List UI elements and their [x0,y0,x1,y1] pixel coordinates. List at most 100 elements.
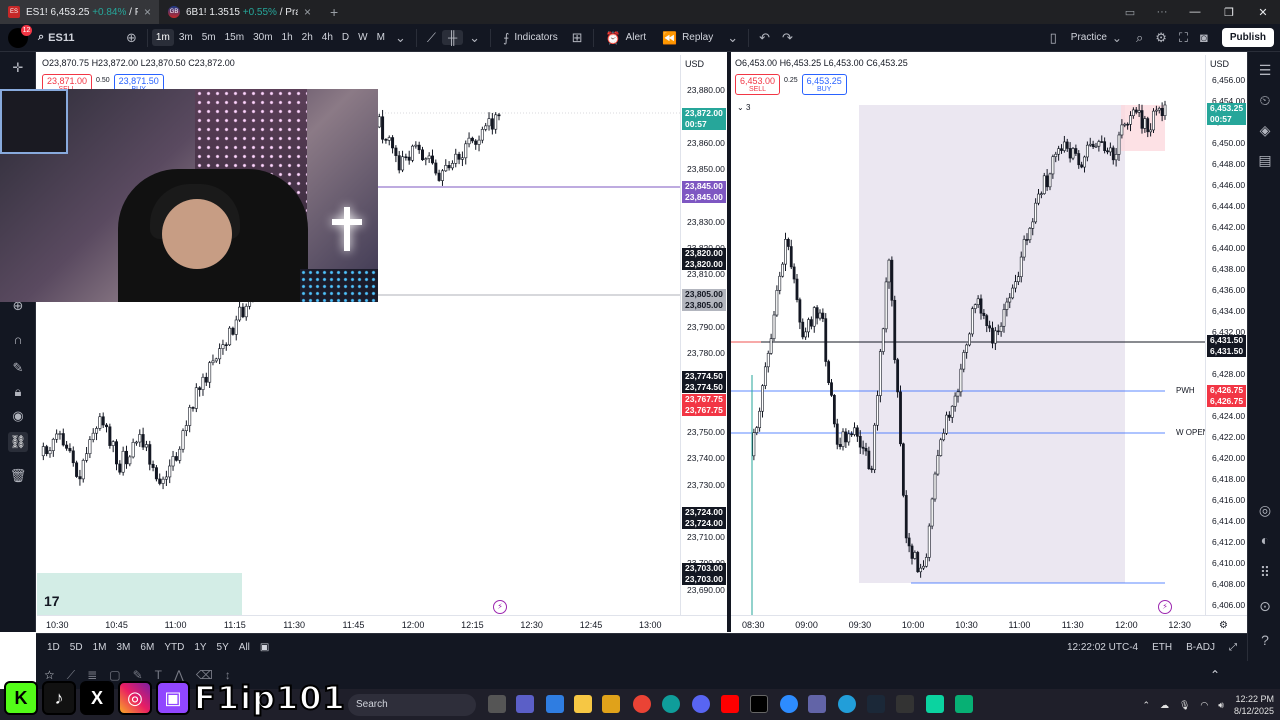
layout-grid-icon[interactable]: ⊞ [566,30,589,46]
timeframe-3m[interactable]: 3m [175,29,197,46]
right-price-axis[interactable]: USD 6,456.006,454.006,452.006,450.006,44… [1205,55,1247,615]
sell-button[interactable]: 6,453.00 SELL [735,74,781,95]
grid-dots-icon[interactable]: ⠿ [1255,562,1275,582]
copilot-icon[interactable] [546,695,564,713]
task-view-icon[interactable] [488,695,506,713]
link-icon[interactable]: ⛓ [8,432,28,452]
date-range-icon[interactable]: ▣ [255,642,274,653]
chrome-icon[interactable] [633,695,651,713]
timeframe-30m[interactable]: 30m [249,29,276,46]
chevron-down-icon[interactable]: ⌄ [721,30,744,46]
buy-button[interactable]: 6,453.25 BUY [801,74,847,95]
candles-icon[interactable]: ╫ [441,30,464,45]
range-5d[interactable]: 5D [65,642,88,653]
app-green-icon[interactable] [955,695,973,713]
range-3m[interactable]: 3M [112,642,136,653]
taskbar-search[interactable]: Search [348,694,476,716]
timeframe-1m[interactable]: 1m [151,29,174,46]
watchlist-icon[interactable]: ☰ [1255,60,1275,80]
discord-icon[interactable] [692,695,710,713]
signal-icon[interactable]: ⊙ [1255,596,1275,616]
right-candle-chart[interactable]: PWH W OPEN [731,55,1205,615]
range-1m[interactable]: 1M [88,642,112,653]
chevron-up-icon[interactable]: ⌃ [1142,700,1150,711]
timeframe-2h[interactable]: 2h [298,29,317,46]
adjust-toggle[interactable]: B-ADJ [1186,642,1215,653]
redo-icon[interactable]: ↷ [776,30,799,46]
terminal-icon[interactable] [896,695,914,713]
help-icon[interactable]: ? [1255,630,1275,650]
timeframe-4h[interactable]: 4h [318,29,337,46]
file-explorer-icon[interactable] [574,695,592,713]
publish-button[interactable]: Publish [1221,28,1274,47]
alerts-clock-icon[interactable]: ⏲ [1255,90,1275,110]
eye-icon[interactable]: ◉ [8,406,28,426]
replay-button[interactable]: ⏪ Replay [654,31,721,45]
session-toggle[interactable]: ETH [1152,642,1172,653]
range-1y[interactable]: 1Y [189,642,211,653]
chevron-up-icon[interactable]: ⌃ [1210,668,1220,682]
line-chart-icon[interactable]: ⟋ [421,30,442,46]
browser-tab-es1[interactable]: ES ES1! 6,453.25 +0.84% / Pra × [0,0,160,24]
settings-gear-icon[interactable]: ⚙ [1149,30,1173,46]
edge-icon[interactable] [662,695,680,713]
restore-icon[interactable]: ❐ [1212,6,1246,19]
zoom-app-icon[interactable] [780,695,798,713]
range-5y[interactable]: 5Y [212,642,234,653]
mic-icon[interactable]: 🎙︎ [1179,700,1190,711]
axis-settings-icon[interactable]: ⚙ [1219,620,1228,631]
alert-button[interactable]: ⏰ Alert [598,31,655,45]
right-time-axis[interactable]: ⚙ 08:30 09:00 09:30 10:00 10:30 11:00 11:30 12:… [731,615,1247,633]
left-time-axis[interactable]: 10:30 10:45 11:00 11:15 11:30 11:45 12:00 12:15… [37,615,727,633]
collapsed-indicators[interactable]: ⌄ 3 [737,103,750,112]
camera-icon[interactable]: ◙ [1194,30,1214,45]
timeframe-15m[interactable]: 15m [221,29,248,46]
new-tab-icon[interactable]: + [320,4,348,20]
chevron-down-icon[interactable]: ⌄ [463,30,486,46]
ideas-icon[interactable]: ◐ [1255,530,1275,550]
wifi-icon[interactable]: ◠ [1200,700,1208,711]
teams-icon[interactable] [516,695,534,713]
left-price-axis[interactable]: USD 23,880.0023,870.0023,860.0023,850.00… [680,55,727,615]
magnet-icon[interactable]: ∩ [8,330,28,350]
timeframe-5m[interactable]: 5m [198,29,220,46]
chevron-down-icon[interactable]: ⌄ [389,30,412,46]
avatar[interactable]: 12 [8,24,32,48]
store-icon[interactable] [602,695,620,713]
timeframe-M[interactable]: M [373,29,389,46]
taskbar-clock[interactable]: 12:22 PM 8/12/2025 [1234,693,1274,717]
currency-label[interactable]: USD [1210,59,1229,69]
range-ytd[interactable]: YTD [159,642,189,653]
indicators-button[interactable]: ⨍ Indicators [495,31,566,45]
compare-add-icon[interactable]: ⊕ [120,30,143,46]
panel-layout-icon[interactable]: ▯ [1044,30,1063,46]
minimize-icon[interactable]: — [1178,6,1212,18]
tradingview-app-icon[interactable] [750,695,768,713]
steam-icon[interactable] [867,695,885,713]
timeframe-1h[interactable]: 1h [278,29,297,46]
practice-account-button[interactable]: Practice ⌄ [1063,31,1130,45]
maximize-icon[interactable]: ⤢ [1229,642,1237,653]
notes-icon[interactable] [926,695,944,713]
telegram-icon[interactable] [838,695,856,713]
utc-clock[interactable]: 12:22:02 UTC-4 [1067,642,1138,653]
target-icon[interactable]: ◎ [1255,500,1275,520]
trash-icon[interactable]: 🗑︎ [8,466,28,486]
close-tab-icon[interactable]: × [304,5,311,19]
browser-tab-6b1[interactable]: GB 6B1! 1.3515 +0.55% / Prac × [160,0,320,24]
right-chart-pane[interactable]: PWH W OPEN O6,453.00 H6,453.25 L6,453.00 … [731,55,1205,615]
currency-label[interactable]: USD [685,59,704,69]
flash-icon[interactable]: ⚡ [1158,600,1172,614]
layers-icon[interactable]: ◈ [1255,120,1275,140]
flash-icon[interactable]: ⚡ [493,600,507,614]
app-icon[interactable] [808,695,826,713]
close-window-icon[interactable]: ✕ [1246,6,1280,19]
range-6m[interactable]: 6M [135,642,159,653]
close-tab-icon[interactable]: × [144,5,151,19]
symbol-search[interactable]: ⌕ ES11 [38,31,120,44]
range-1d[interactable]: 1D [42,642,65,653]
youtube-icon[interactable] [721,695,739,713]
crosshair-icon[interactable]: ✛ [8,58,28,78]
more-dots-icon[interactable]: ··· [1146,6,1178,18]
quick-search-icon[interactable]: ⌕ [1130,30,1149,46]
